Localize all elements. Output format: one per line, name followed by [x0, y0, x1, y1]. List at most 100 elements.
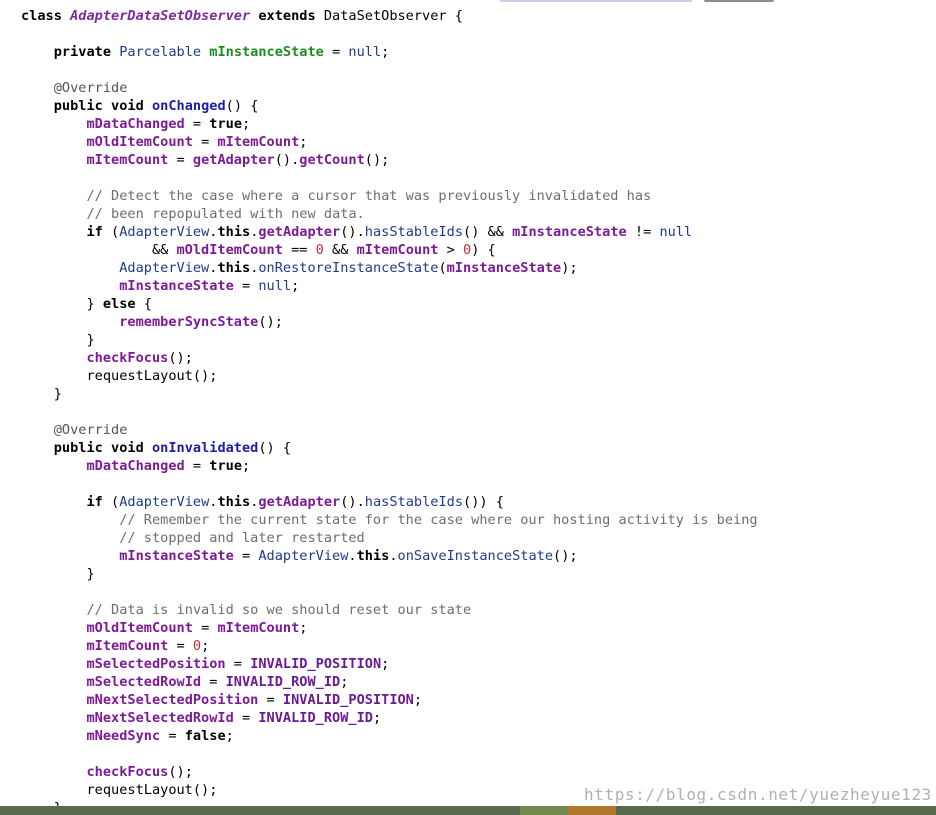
code-line: }	[21, 385, 758, 403]
code-line: checkFocus();	[21, 349, 758, 367]
code-token: mDataChanged	[86, 116, 185, 132]
code-token: =	[323, 44, 349, 60]
code-line: mSelectedRowId = INVALID_ROW_ID;	[21, 673, 758, 691]
code-token: ();	[168, 350, 193, 366]
code-line: mItemCount = 0;	[21, 637, 758, 655]
code-line: @Override	[21, 79, 758, 97]
code-token: =	[258, 692, 283, 708]
code-token: (	[102, 494, 120, 510]
code-token: mSelectedRowId	[86, 674, 202, 690]
code-token: =	[160, 728, 185, 744]
code-token: {	[135, 296, 152, 312]
code-line: private Parcelable mInstanceState = null…	[21, 43, 758, 61]
code-line: mInstanceState = AdapterView.this.onSave…	[21, 547, 758, 565]
code-line: // stopped and later restarted	[21, 529, 758, 547]
code-token: mNextSelectedPosition	[86, 692, 259, 708]
code-token: null	[348, 44, 382, 60]
code-token: getAdapter	[258, 224, 341, 240]
code-editor[interactable]: class AdapterDataSetObserver extends Dat…	[0, 0, 936, 806]
code-token: AdapterDataSetObserver	[70, 8, 251, 24]
code-token: @Override	[53, 80, 128, 96]
code-token: getCount	[299, 152, 365, 168]
code-token: ) {	[471, 242, 496, 258]
code-token: AdapterView	[119, 224, 210, 240]
taskbar-segment	[0, 806, 520, 815]
taskbar-segment[interactable]	[520, 806, 568, 815]
code-token: onInvalidated	[151, 440, 259, 456]
code-token: mOldItemCount	[86, 620, 193, 636]
code-line: } else {	[21, 295, 758, 313]
taskbar-segment[interactable]	[568, 806, 616, 815]
code-token: INVALID_POSITION	[282, 692, 414, 708]
code-token: () {	[258, 440, 292, 456]
code-token: mNeedSync	[86, 728, 161, 744]
code-token: &&	[21, 242, 177, 258]
code-line: public void onInvalidated() {	[21, 439, 758, 457]
code-token: @Override	[53, 422, 128, 438]
code-token: =	[184, 458, 210, 474]
code-line: mDataChanged = true;	[21, 115, 758, 133]
code-token: );	[561, 260, 578, 276]
code-token: }	[21, 566, 95, 582]
code-token: ;	[299, 134, 308, 150]
code-token: hasStableIds	[364, 224, 464, 240]
code-token: ;	[381, 44, 390, 60]
code-token: // Data is invalid so we should reset ou…	[86, 602, 472, 618]
code-token: &&	[323, 242, 357, 258]
code-line: mItemCount = getAdapter().getCount();	[21, 151, 758, 169]
code-token: mInstanceState	[209, 44, 324, 60]
code-token: mItemCount	[86, 638, 169, 654]
code-token: null	[659, 224, 693, 240]
code-token: checkFocus	[86, 350, 169, 366]
code-token: getAdapter	[258, 494, 341, 510]
code-token: AdapterView	[258, 548, 349, 564]
code-token: AdapterView	[119, 494, 210, 510]
code-token: (	[102, 224, 120, 240]
code-token: mInstanceState	[119, 278, 234, 294]
code-token: .	[348, 548, 357, 564]
code-line: rememberSyncState();	[21, 313, 758, 331]
code-token: =	[168, 638, 193, 654]
code-token: this	[217, 494, 251, 510]
code-line: mOldItemCount = mItemCount;	[21, 133, 758, 151]
code-line: if (AdapterView.this.getAdapter().hasSta…	[21, 493, 758, 511]
code-line: class AdapterDataSetObserver extends Dat…	[21, 7, 758, 25]
code-token: mSelectedPosition	[86, 656, 226, 672]
code-token: }	[21, 296, 103, 312]
code-token: mInstanceState	[512, 224, 627, 240]
code-token: ();	[553, 548, 578, 564]
watermark-text: https://blog.csdn.net/yuezheyue123	[584, 785, 932, 804]
code-token: // Detect the case where a cursor that w…	[86, 188, 652, 204]
code-token: onSaveInstanceState	[397, 548, 554, 564]
code-token: ;	[201, 638, 210, 654]
code-token: INVALID_POSITION	[250, 656, 382, 672]
code-token: AdapterView	[119, 260, 210, 276]
code-token: private	[53, 44, 112, 60]
code-token: requestLayout();	[21, 782, 218, 798]
taskbar-strip	[0, 806, 936, 815]
